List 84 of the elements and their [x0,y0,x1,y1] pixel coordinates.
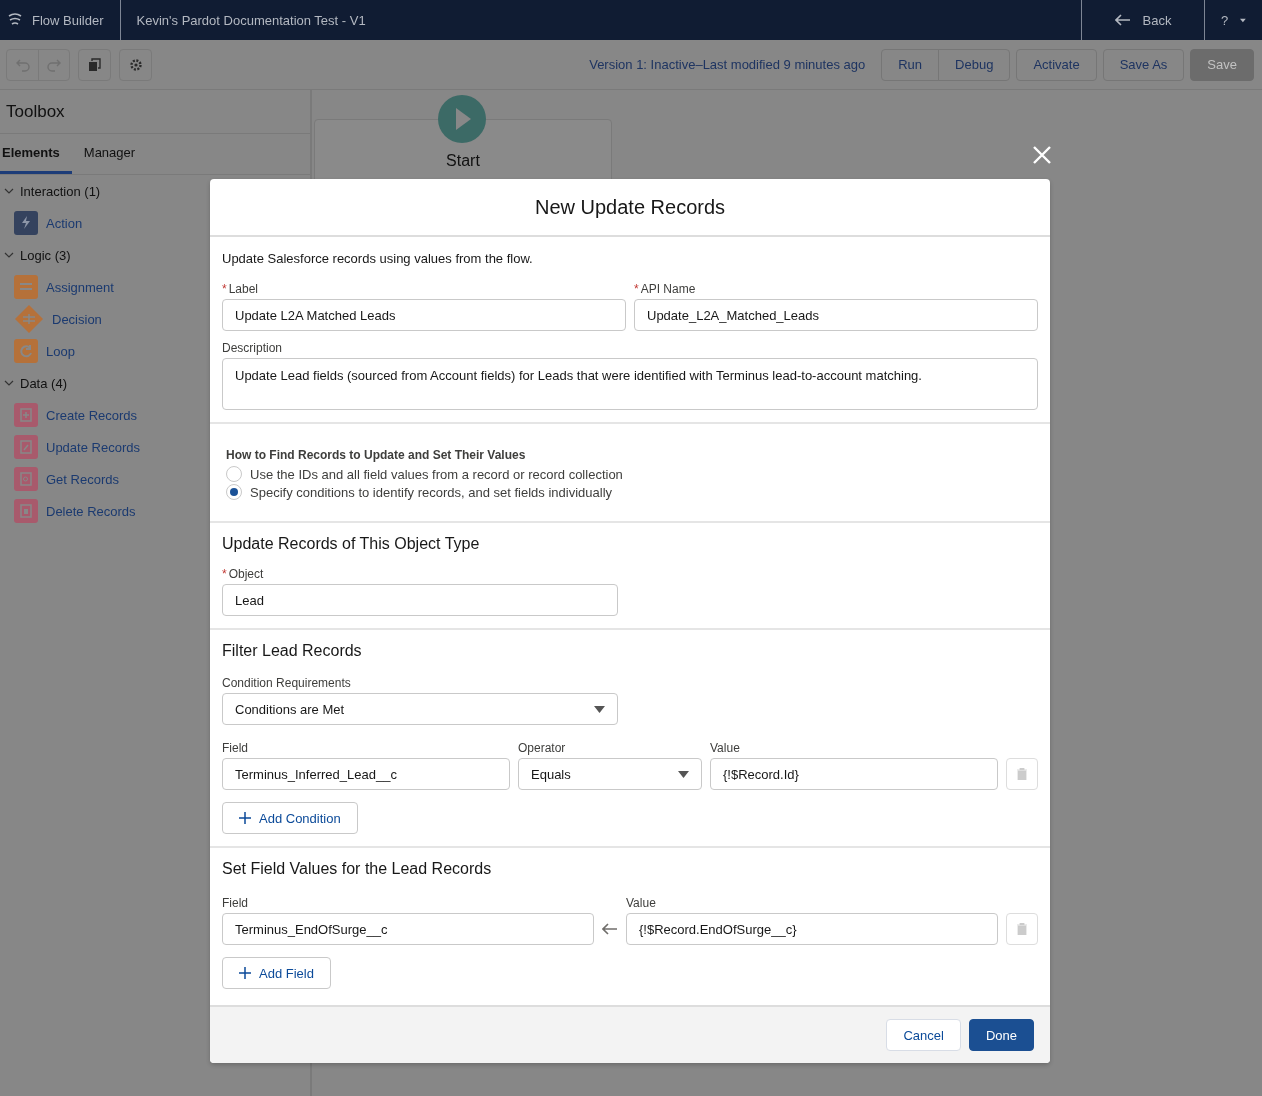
trash-icon [1017,768,1027,780]
add-condition-button[interactable]: Add Condition [222,802,358,834]
toolbar-button[interactable]: Activate [1016,48,1097,81]
group-header[interactable]: Interaction (1) [0,175,105,207]
field-label: Condition Requirements [222,676,352,690]
required-asterisk: * [634,282,639,296]
chevron-down-icon [4,186,14,196]
toolbox-tab[interactable]: Manager [81,134,148,174]
clipboard-trash-icon [14,499,38,523]
element-item[interactable]: Assignment [0,271,114,303]
input-field[interactable]: Lead [222,584,618,616]
radio-option[interactable]: Specify conditions to identify records, and set fields individually [226,483,1034,501]
caret-down-icon [678,770,689,778]
clipboard-magnifier-icon [14,467,38,491]
back-button[interactable]: Back [1081,0,1204,40]
help-button[interactable]: ? [1204,0,1262,40]
group-header[interactable]: Logic (3) [0,239,75,271]
input-field[interactable]: Update L2A Matched Leads [222,299,626,331]
label-text: Object [228,567,264,581]
element-item[interactable]: Delete Records [0,495,136,527]
section-subheading: How to Find Records to Update and Set Their Values [226,448,527,462]
toolbar-button[interactable]: Save As [1102,48,1185,81]
field-label: Operator [518,741,567,755]
field-label: Field [222,896,249,910]
done-button[interactable]: Done [968,1019,1034,1051]
flow-logo-icon [8,13,22,27]
modal-title: New Update Records [210,179,1050,237]
field-label: Value [710,741,741,755]
left-arrow-icon [1114,14,1131,26]
input-field[interactable]: {!$Record.Id} [710,758,998,790]
field-label: Description [222,341,284,355]
intro-text: Update Salesforce records using values from the flow. [222,251,534,266]
element-item[interactable]: Loop [0,335,75,367]
add-field-button[interactable]: Add Field [222,957,331,989]
radio-option[interactable]: Use the IDs and all field values from a record or record collection [226,465,1034,483]
lightning-bolt-icon [14,211,38,235]
chevron-down-icon [4,378,14,388]
select-field[interactable]: Conditions are Met [222,693,618,725]
label-text: Label [228,282,259,296]
input-field[interactable]: Terminus_Inferred_Lead__c [222,758,510,790]
input-field[interactable]: Terminus_EndOfSurge__c [222,913,594,945]
select-field[interactable]: Equals [518,758,702,790]
diamond-icon [14,304,44,334]
required-asterisk: * [222,282,227,296]
clipboard-pencil-icon [14,435,38,459]
plus-icon [239,812,251,824]
section-heading: Update Records of This Object Type [222,535,481,553]
caret-down-icon [594,705,605,713]
clipboard-plus-icon [14,403,38,427]
element-item[interactable]: Update Records [0,431,140,463]
section-heading: Filter Lead Records [222,642,363,660]
toolbox-title: Toolbox [0,90,310,134]
close-icon [1033,146,1051,164]
element-item[interactable]: Get Records [0,463,119,495]
cancel-button[interactable]: Cancel [886,1019,961,1051]
input-field[interactable]: Update_L2A_Matched_Leads [634,299,1038,331]
delete-button[interactable] [1006,758,1038,790]
description-textarea[interactable]: Update Lead fields (sourced from Account fields) for Leads that were identified with Terminus lead-to-account matching. [222,358,1038,410]
version-status: Version 1: Inactive–Last modified 9 minutes ago [589,57,866,72]
element-item[interactable]: Decision [0,303,102,335]
plus-icon [239,967,251,979]
label-text: API Name [640,282,696,296]
equals-icon [14,275,38,299]
copy-icon [87,57,102,72]
field-label: Value [626,896,657,910]
field-label: Field [222,741,249,755]
chevron-down-icon [4,250,14,260]
caret-down-icon [1240,16,1246,24]
element-item[interactable]: Create Records [0,399,138,431]
play-icon [438,95,486,143]
element-item[interactable]: Action [0,207,83,239]
group-header[interactable]: Data (4) [0,367,71,399]
toolbox-tab[interactable]: Elements [0,134,72,174]
section-heading: Set Field Values for the Lead Records [222,860,493,878]
trash-icon [1017,923,1027,935]
toolbar-button[interactable]: Run [881,48,940,81]
input-field[interactable]: {!$Record.EndOfSurge__c} [626,913,998,945]
left-arrow-icon [602,923,618,935]
app-name: Flow Builder [32,12,104,28]
toolbar-button[interactable]: Debug [938,48,1011,81]
required-asterisk: * [222,567,227,581]
delete-button[interactable] [1006,913,1038,945]
settings-icon [128,57,143,72]
flow-title: Kevin's Pardot Documentation Test - V1 [135,11,367,30]
